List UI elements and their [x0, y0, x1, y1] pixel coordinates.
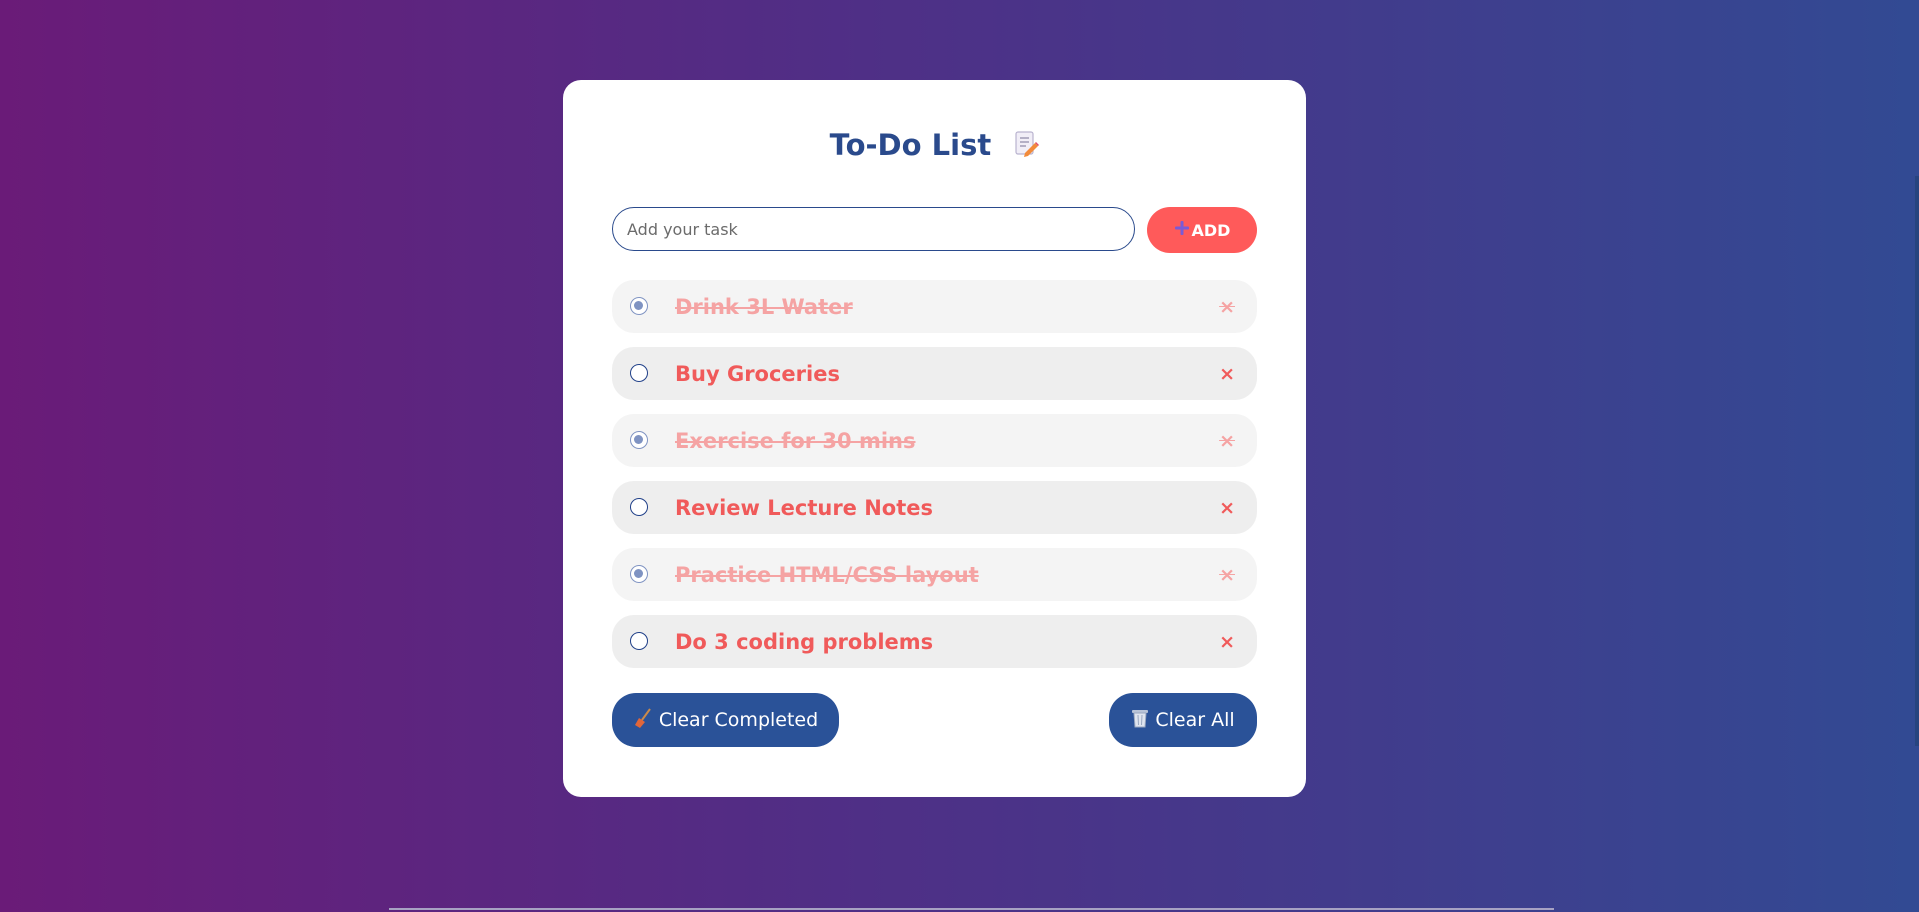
task-input[interactable]: [613, 219, 1134, 239]
task-list: Drink 3L Water × Buy Groceries × Exercis…: [612, 280, 1257, 682]
task-label: Exercise for 30 mins: [675, 428, 916, 453]
task-item[interactable]: Practice HTML/CSS layout ×: [612, 548, 1257, 601]
task-label: Drink 3L Water: [675, 294, 853, 319]
delete-task-icon[interactable]: ×: [1219, 564, 1235, 586]
clear-all-label: Clear All: [1155, 709, 1235, 731]
clear-completed-label: Clear Completed: [658, 709, 819, 731]
scrollbar-thumb[interactable]: [1915, 176, 1919, 746]
task-checkbox[interactable]: [630, 431, 648, 449]
page-title: To-Do List: [563, 128, 1306, 165]
broom-icon: [633, 707, 653, 734]
delete-task-icon[interactable]: ×: [1219, 631, 1235, 653]
bottom-divider: [389, 908, 1554, 910]
task-item[interactable]: Review Lecture Notes ×: [612, 481, 1257, 534]
clear-completed-button[interactable]: Clear Completed: [612, 693, 839, 747]
task-item[interactable]: Do 3 coding problems ×: [612, 615, 1257, 668]
task-label: Practice HTML/CSS layout: [675, 562, 979, 587]
task-label: Review Lecture Notes: [675, 495, 934, 520]
plus-icon: [1174, 220, 1190, 240]
task-item[interactable]: Buy Groceries ×: [612, 347, 1257, 400]
delete-task-icon[interactable]: ×: [1219, 430, 1235, 452]
document-edit-icon: [1013, 130, 1040, 165]
task-item[interactable]: Exercise for 30 mins ×: [612, 414, 1257, 467]
task-label: Buy Groceries: [675, 361, 840, 386]
clear-all-button[interactable]: Clear All: [1109, 693, 1257, 747]
trash-icon: [1131, 708, 1149, 733]
add-button-label: ADD: [1191, 220, 1231, 240]
task-checkbox[interactable]: [630, 498, 648, 516]
todo-card: To-Do List ADD Drink 3L Water: [563, 80, 1306, 797]
task-checkbox[interactable]: [630, 297, 648, 315]
task-item[interactable]: Drink 3L Water ×: [612, 280, 1257, 333]
add-task-button[interactable]: ADD: [1147, 207, 1257, 253]
task-checkbox[interactable]: [630, 364, 648, 382]
task-checkbox[interactable]: [630, 632, 648, 650]
task-input-wrapper: [612, 207, 1135, 251]
delete-task-icon[interactable]: ×: [1219, 363, 1235, 385]
delete-task-icon[interactable]: ×: [1219, 497, 1235, 519]
task-label: Do 3 coding problems: [675, 629, 934, 654]
title-text: To-Do List: [829, 128, 992, 162]
delete-task-icon[interactable]: ×: [1219, 296, 1235, 318]
task-checkbox[interactable]: [630, 565, 648, 583]
